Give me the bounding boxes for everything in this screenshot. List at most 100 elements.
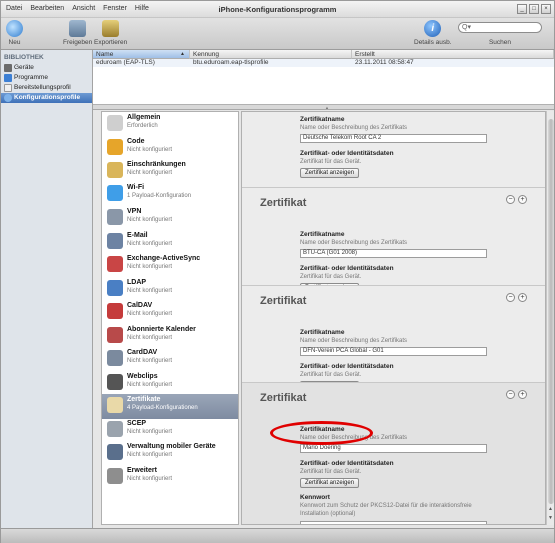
payload-item[interactable]: Exchange-ActiveSync Nicht konfiguriert (102, 253, 238, 278)
toolbar: Neu Freigeben Exportieren i Details ausb… (1, 18, 554, 50)
table-row[interactable]: eduroam (EAP-TLS) btu.eduroam.eap-tlspro… (93, 59, 554, 67)
library-heading: BIBLIOTHEK (4, 54, 44, 61)
mail-icon (107, 233, 123, 249)
new-button[interactable]: Neu (6, 20, 23, 46)
payload-title: CalDAV (127, 302, 153, 309)
password-field[interactable] (300, 521, 487, 524)
payload-item[interactable]: VPN Nicht konfiguriert (102, 206, 238, 231)
remove-payload-button[interactable]: − (506, 390, 515, 399)
certificate-section: Zertifikat − + Zertifikatname Name oder Besc… (242, 285, 545, 391)
sort-ascending-icon: ▲ (180, 51, 185, 57)
search-icon: Q▾ (462, 24, 471, 31)
sidebar-item-provisioning[interactable]: Bereitstellungsprofil (1, 83, 92, 93)
details-button[interactable]: i Details ausb. (414, 20, 452, 46)
cell-name: eduroam (EAP-TLS) (96, 59, 155, 66)
payload-item[interactable]: Abonnierte Kalender Nicht konfiguriert (102, 324, 238, 349)
column-header-id[interactable]: Kennung (190, 50, 352, 59)
show-certificate-button[interactable]: Zertifikat anzeigen (300, 168, 360, 178)
payload-item[interactable]: LDAP Nicht konfiguriert (102, 277, 238, 302)
payload-item[interactable]: SCEP Nicht konfiguriert (102, 418, 238, 443)
payload-title: Allgemein (127, 114, 161, 121)
payload-item[interactable]: Zertifikate 4 Payload-Konfigurationen (102, 394, 238, 419)
payload-item[interactable]: Wi-Fi 1 Payload-Konfiguration (102, 182, 238, 207)
share-button[interactable]: Freigeben (63, 20, 92, 46)
cert-name-help: Name oder Beschreibung des Zertifikats (300, 240, 408, 246)
payload-item[interactable]: Einschränkungen Nicht konfiguriert (102, 159, 238, 184)
payload-status: Nicht konfiguriert (127, 335, 173, 341)
payload-item[interactable]: Code Nicht konfiguriert (102, 136, 238, 161)
payload-item[interactable]: CalDAV Nicht konfiguriert (102, 300, 238, 325)
cert-data-help: Zertifikat für das Gerät. (300, 372, 362, 378)
contacts-icon (107, 350, 123, 366)
sidebar-item-config-profiles[interactable]: Konfigurationsprofile (1, 93, 92, 103)
apps-icon (4, 74, 12, 82)
payload-item[interactable]: Webclips Nicht konfiguriert (102, 371, 238, 396)
minimize-button[interactable]: _ (517, 4, 527, 14)
split-handle[interactable]: ▲ (93, 104, 554, 110)
payload-title: Wi-Fi (127, 184, 145, 191)
remove-payload-button[interactable]: − (506, 195, 515, 204)
calendar-icon (107, 303, 123, 319)
export-label: Exportieren (94, 39, 128, 46)
column-label: Name (96, 51, 114, 58)
app-window: Datei Bearbeiten Ansicht Fenster Hilfe i… (0, 0, 555, 543)
cert-name-field[interactable]: Deutsche Telekom Root CA 2 (300, 134, 487, 143)
config-profile-icon (4, 94, 12, 102)
share-icon (69, 20, 87, 37)
new-icon (6, 20, 23, 37)
payload-title: Zertifikate (127, 396, 161, 403)
add-payload-button[interactable]: + (518, 195, 527, 204)
cert-data-help: Zertifikat für das Gerät. (300, 159, 362, 165)
cell-id: btu.eduroam.eap-tlsprofile (193, 59, 269, 66)
cert-data-label: Zertifikat- oder Identitätsdaten (300, 363, 394, 370)
add-payload-button[interactable]: + (518, 293, 527, 302)
details-label: Details ausb. (414, 39, 452, 46)
payload-item[interactable]: CardDAV Nicht konfiguriert (102, 347, 238, 372)
maximize-button[interactable]: □ (529, 4, 539, 14)
profile-list: Name ▲ Kennung Erstellt eduroam (EAP-TLS… (93, 50, 554, 104)
close-button[interactable]: × (541, 4, 551, 14)
cert-name-help: Name oder Beschreibung des Zertifikats (300, 338, 408, 344)
search-area: Q▾ Suchen (458, 22, 542, 46)
scroll-thumb[interactable] (548, 119, 554, 504)
passcode-key-icon (107, 139, 123, 155)
cert-name-help: Name oder Beschreibung des Zertifikats (300, 435, 408, 441)
remove-payload-button[interactable]: − (506, 293, 515, 302)
add-payload-button[interactable]: + (518, 390, 527, 399)
section-title: Zertifikat (260, 197, 307, 209)
column-header-name[interactable]: Name ▲ (93, 50, 190, 59)
payload-item[interactable]: Erweitert Nicht konfiguriert (102, 465, 238, 490)
payload-title: Exchange-ActiveSync (127, 255, 201, 262)
cert-name-label: Zertifikatname (300, 231, 345, 238)
payload-item[interactable]: Verwaltung mobiler Geräte Nicht konfiguri… (102, 441, 238, 466)
export-button[interactable]: Exportieren (94, 20, 127, 46)
scroll-down-icon[interactable]: ▼ (548, 515, 553, 521)
detail-scrollbar[interactable]: ▲ ▼ (546, 111, 554, 525)
scroll-up-icon[interactable]: ▲ (548, 506, 553, 512)
restrictions-lock-icon (107, 162, 123, 178)
info-icon: i (424, 20, 442, 37)
cert-name-field[interactable]: DFN-Verein PCA Global - G01 (300, 347, 487, 356)
show-certificate-button[interactable]: Zertifikat anzeigen (300, 478, 360, 488)
payload-status: 4 Payload-Konfigurationen (127, 405, 198, 411)
cert-name-field[interactable]: BTU-CA (G01 2008) (300, 249, 487, 258)
column-header-created[interactable]: Erstellt (352, 50, 554, 59)
cert-data-help: Zertifikat für das Gerät. (300, 469, 362, 475)
payload-item[interactable]: E-Mail Nicht konfiguriert (102, 230, 238, 255)
certificate-detail-pane: Zertifikatname Name oder Beschreibung des… (241, 111, 546, 525)
cert-name-label: Zertifikatname (300, 329, 345, 336)
new-label: Neu (8, 39, 21, 46)
sidebar-item-label: Geräte (14, 64, 34, 71)
sidebar-item-apps[interactable]: Programme (1, 73, 92, 83)
vpn-icon (107, 209, 123, 225)
webclip-icon (107, 374, 123, 390)
certificate-icon (107, 397, 123, 413)
sidebar-item-devices[interactable]: Geräte (1, 63, 92, 73)
status-bar (1, 528, 554, 543)
share-label: Freigeben (63, 39, 93, 46)
payload-item[interactable]: Allgemein Erforderlich (102, 112, 238, 137)
cert-name-field[interactable]: Mario Doering (300, 444, 487, 453)
payload-status: Nicht konfiguriert (127, 264, 173, 270)
payload-title: CardDAV (127, 349, 158, 356)
payload-status: Nicht konfiguriert (127, 147, 173, 153)
